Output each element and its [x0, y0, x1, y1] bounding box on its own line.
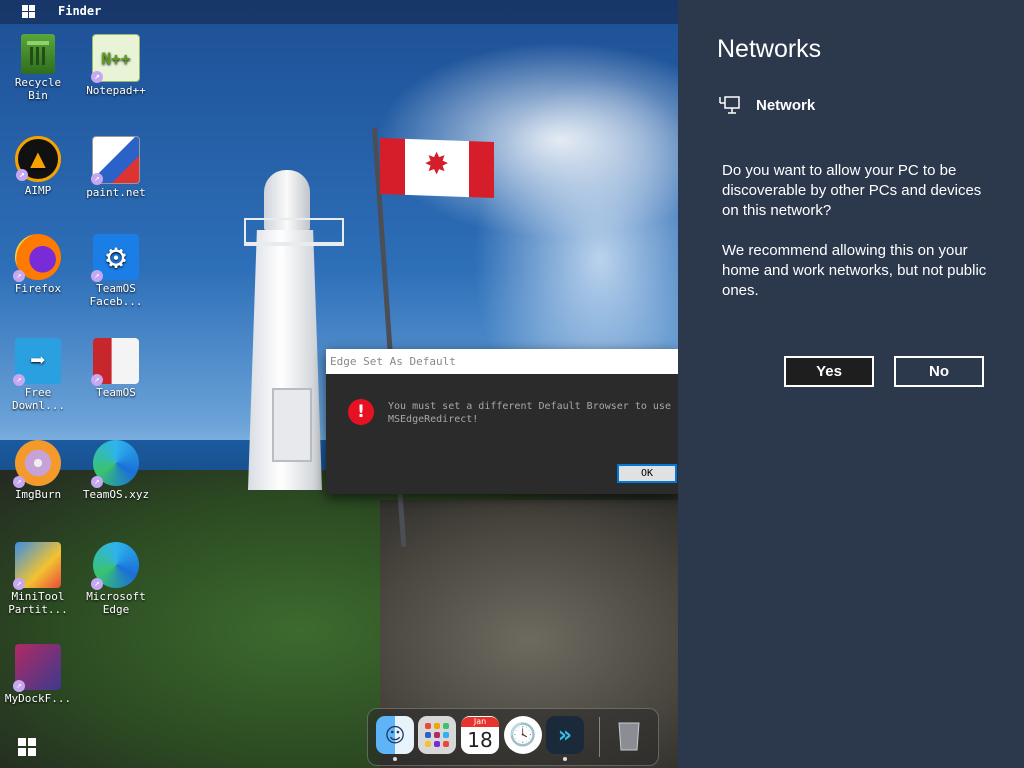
desktop-icon-recycle-bin[interactable]: Recycle Bin [0, 34, 76, 102]
shortcut-arrow-icon: ↗ [91, 374, 103, 386]
shortcut-arrow-icon: ↗ [13, 374, 25, 386]
desktop-icon-label: TeamOS.xyz [82, 488, 150, 501]
shortcut-arrow-icon: ↗ [91, 270, 103, 282]
calendar-day: 18 [467, 728, 493, 752]
desktop-icon-label: Microsoft Edge [86, 590, 146, 616]
desktop-icon-teamos-facebook[interactable]: ⚙ ↗ TeamOS Faceb... [78, 234, 154, 308]
desktop-icon-label: MyDockF... [4, 692, 72, 705]
yes-button[interactable]: Yes [784, 356, 874, 387]
edge-icon: ↗ [91, 542, 139, 590]
ok-button[interactable]: OK [617, 464, 677, 483]
shortcut-arrow-icon: ↗ [13, 270, 25, 282]
desktop-icon-mydock[interactable]: ↗ MyDockF... [0, 644, 76, 705]
desktop-icon-aimp[interactable]: ▲ ↗ AIMP [0, 136, 76, 197]
launchpad-icon[interactable] [418, 716, 456, 754]
desktop-icon-free-download[interactable]: ➡ ↗ Free Downl... [0, 338, 76, 412]
shortcut-arrow-icon: ↗ [13, 680, 25, 692]
mydock-icon: ↗ [13, 644, 61, 692]
recycle-bin-icon [21, 34, 55, 74]
shortcut-arrow-icon: ↗ [91, 476, 103, 488]
recommendation-text: We recommend allowing this on your home … [722, 242, 987, 299]
shortcut-arrow-icon: ↗ [91, 173, 103, 185]
wallpaper-lighthouse-balcony [244, 218, 344, 246]
desktop-icon-notepadpp[interactable]: N++ ↗ Notepad++ [78, 34, 154, 97]
panel-title: Networks [717, 35, 822, 63]
desktop-icon-microsoft-edge[interactable]: ↗ Microsoft Edge [78, 542, 154, 616]
desktop-icon-label: TeamOS Faceb... [89, 282, 143, 308]
desktop-icon-teamos-xyz[interactable]: ↗ TeamOS.xyz [78, 440, 154, 501]
edge-default-dialog: Edge Set As Default ! You must set a dif… [326, 349, 678, 494]
top-menu-bar: Finder [0, 0, 678, 24]
download-arrow-icon: ➡ ↗ [13, 338, 61, 386]
desktop-icon-paintnet[interactable]: ↗ paint.net [78, 136, 154, 199]
notepadpp-icon: N++ ↗ [91, 34, 140, 83]
dock-separator [599, 717, 600, 757]
desktop-icon-teamos[interactable]: ↗ TeamOS [78, 338, 154, 399]
shortcut-arrow-icon: ↗ [13, 578, 25, 590]
dock: ☺ Jan 18 🕓 » [367, 708, 659, 766]
running-indicator [393, 757, 397, 761]
dialog-message: You must set a different Default Browser… [388, 401, 671, 425]
aimp-icon: ▲ ↗ [15, 136, 61, 182]
maple-leaf-icon: ✸ [424, 147, 450, 182]
firefox-icon: ↗ [13, 234, 61, 282]
desktop-icon-label: TeamOS [96, 386, 136, 399]
networks-panel: Networks Network Do you want to allow yo… [678, 0, 1024, 768]
desktop-icon-label: Free Downl... [12, 386, 65, 412]
desktop-icon-imgburn[interactable]: ↗ ImgBurn [0, 440, 76, 501]
desktop-icon-label: MiniTool Partit... [8, 590, 68, 616]
minitool-icon: ↗ [13, 542, 61, 590]
desktop-icon-firefox[interactable]: ↗ Firefox [0, 234, 76, 295]
desktop-icon-label: paint.net [86, 186, 146, 199]
desktop-icon-label: ImgBurn [14, 488, 62, 501]
imgburn-icon: ↗ [13, 440, 61, 488]
desktop-icon-label: Firefox [14, 282, 62, 295]
calendar-month: Jan [461, 717, 499, 727]
active-app-name[interactable]: Finder [58, 4, 101, 18]
desktop-icon-label: Notepad++ [86, 84, 146, 97]
clock-icon[interactable]: 🕓 [504, 716, 542, 754]
no-button[interactable]: No [894, 356, 984, 387]
desktop-icon-minitool[interactable]: ↗ MiniTool Partit... [0, 542, 76, 616]
ethernet-icon [719, 94, 741, 116]
finder-icon[interactable]: ☺ [376, 716, 414, 754]
dialog-title[interactable]: Edge Set As Default [326, 349, 678, 374]
trash-icon[interactable] [610, 716, 648, 754]
edge-icon: ↗ [91, 440, 139, 488]
paintnet-icon: ↗ [91, 136, 140, 185]
discoverable-question: Do you want to allow your PC to be disco… [722, 162, 982, 219]
shortcut-arrow-icon: ↗ [13, 476, 25, 488]
shortcut-arrow-icon: ↗ [16, 169, 28, 181]
mydock-icon[interactable]: » [546, 716, 584, 754]
running-indicator [563, 757, 567, 761]
shortcut-arrow-icon: ↗ [91, 71, 103, 83]
wallpaper-lighthouse-door [272, 388, 312, 462]
network-name: Network [756, 97, 816, 114]
calendar-icon[interactable]: Jan 18 [461, 716, 499, 754]
gear-icon: ⚙ ↗ [91, 234, 139, 282]
teamos-icon: ↗ [91, 338, 139, 386]
shortcut-arrow-icon: ↗ [91, 578, 103, 590]
windows-logo-icon[interactable] [22, 5, 36, 19]
desktop-icon-label: AIMP [24, 184, 52, 197]
error-icon: ! [348, 399, 374, 425]
start-menu-icon[interactable] [18, 738, 38, 758]
